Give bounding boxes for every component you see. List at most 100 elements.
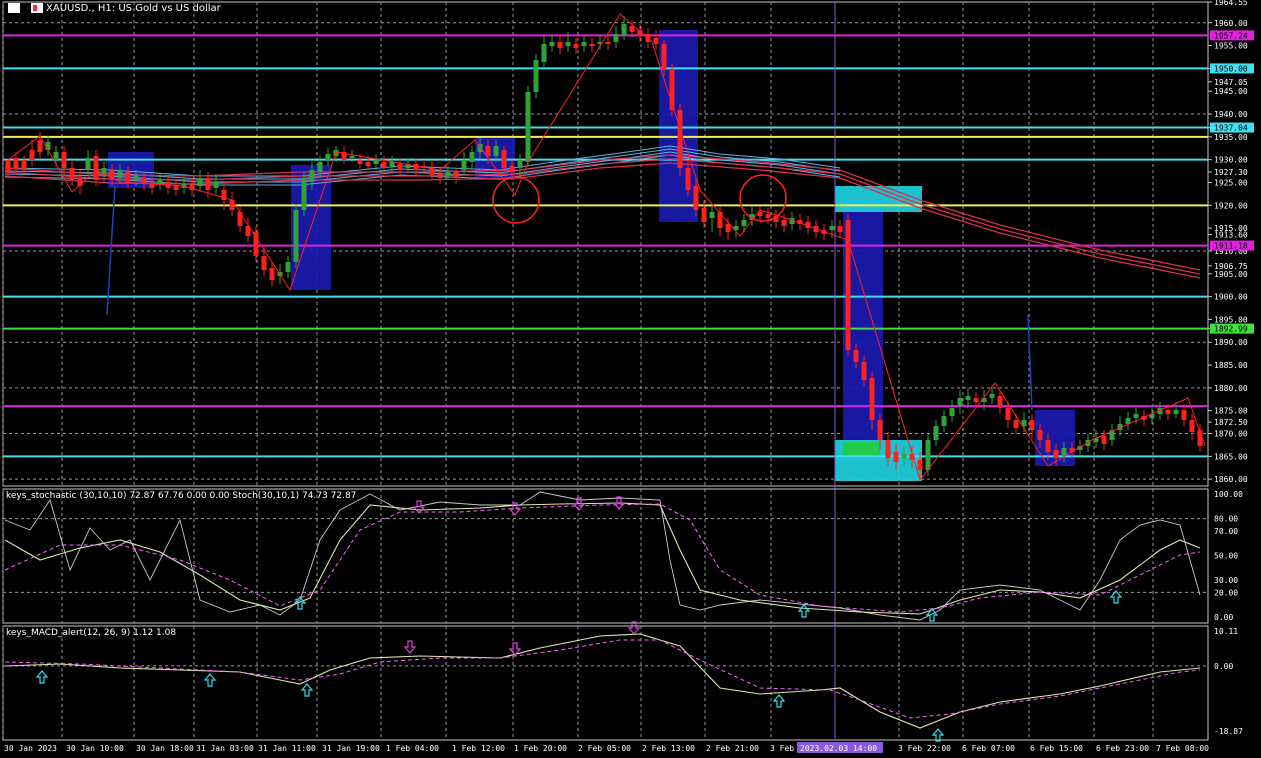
- candle-body: [925, 440, 931, 470]
- candle-body: [989, 394, 995, 398]
- candle-body: [285, 262, 291, 272]
- candle-body: [301, 178, 307, 210]
- candle-body: [229, 200, 235, 210]
- stochastic-title: keys_stochastic (30,10,10) 72.87 67.76 0…: [6, 491, 357, 501]
- candle-body: [549, 42, 555, 46]
- price-label: 1945.00: [1214, 87, 1248, 96]
- candle-body: [5, 160, 11, 172]
- price-label: 1955.00: [1214, 42, 1248, 51]
- price-label: 1927.30: [1214, 168, 1248, 177]
- candle-body: [693, 186, 699, 210]
- time-label: 31 Jan 19:00: [322, 744, 380, 753]
- price-label: 1880.00: [1214, 384, 1248, 393]
- price-label: 1935.00: [1214, 133, 1248, 142]
- time-label: 2 Feb 13:00: [642, 744, 695, 753]
- candle-body: [325, 154, 331, 160]
- candle-body: [461, 160, 467, 170]
- chart-type-icon[interactable]: [8, 3, 20, 13]
- time-label: 1 Feb 04:00: [386, 744, 439, 753]
- price-label: 1890.00: [1214, 338, 1248, 347]
- candle-body: [605, 42, 611, 44]
- chart-title: XAUUSD., H1: US Gold vs US dollar: [46, 2, 221, 14]
- candle-body: [485, 146, 491, 156]
- candle-body: [1189, 420, 1195, 432]
- price-label: 1964.55: [1214, 0, 1248, 7]
- price-label: 1940.00: [1214, 110, 1248, 119]
- macd-level-label: 0.00: [1214, 662, 1233, 671]
- candle-body: [69, 168, 75, 180]
- stoch-sell-arrow-icon: [412, 500, 426, 514]
- candle-body: [381, 162, 387, 168]
- candle-body: [453, 172, 459, 178]
- candle-body: [237, 212, 243, 226]
- candle-body: [13, 158, 19, 168]
- price-tag: 1892.99: [1214, 325, 1248, 334]
- candle-body: [1173, 410, 1179, 414]
- candle-body: [613, 34, 619, 42]
- price-label: 1875.00: [1214, 407, 1248, 416]
- zone-6: [835, 186, 922, 212]
- candle-body: [317, 162, 323, 172]
- candle-body: [781, 220, 787, 226]
- candle-body: [157, 180, 163, 184]
- price-label: 1870.00: [1214, 430, 1248, 439]
- price-label: 1865.00: [1214, 452, 1248, 461]
- candle-body: [901, 454, 907, 458]
- time-label: 3 Feb 22:00: [898, 744, 951, 753]
- price-tag: 1957.24: [1214, 31, 1248, 40]
- candle-body: [933, 426, 939, 440]
- candle-body: [117, 170, 123, 178]
- candle-body: [349, 156, 355, 158]
- candle-body: [533, 60, 539, 92]
- candle-body: [213, 182, 219, 188]
- time-label: 1 Feb 20:00: [514, 744, 567, 753]
- candle-body: [1101, 436, 1107, 444]
- time-label: 2 Feb 21:00: [706, 744, 759, 753]
- price-label: 1925.00: [1214, 179, 1248, 188]
- candle-body: [853, 350, 859, 362]
- candle-body: [37, 140, 43, 152]
- candle-body: [893, 452, 899, 462]
- candle-body: [589, 44, 595, 46]
- candle-body: [957, 398, 963, 406]
- candle-body: [205, 178, 211, 190]
- candle-body: [501, 150, 507, 168]
- candle-body: [413, 164, 419, 170]
- candle-body: [1053, 450, 1059, 458]
- time-label: 30 Jan 18:00: [136, 744, 194, 753]
- candle-body: [173, 186, 179, 190]
- candle-body: [765, 214, 771, 218]
- candle-body: [709, 212, 715, 218]
- candle-body: [389, 162, 395, 166]
- chart-canvas[interactable]: 1964.55 1960.00 1955.00 1950.00 1947.051945.…: [0, 0, 1261, 754]
- pane-border-0: [2, 1, 1209, 487]
- stoch-level-label: 100.00: [1214, 490, 1243, 499]
- time-label: 31 Jan 03:00: [196, 744, 254, 753]
- macd-level-label: 10.11: [1214, 627, 1238, 636]
- candle-body: [869, 378, 875, 420]
- candle-body: [973, 398, 979, 402]
- macd-level-label: -18.87: [1214, 727, 1243, 736]
- candle-body: [965, 396, 971, 400]
- price-label: 1960.00: [1214, 19, 1248, 28]
- candle-body: [493, 146, 499, 156]
- candle-body: [397, 164, 403, 170]
- ma-red-0: [4, 154, 1201, 271]
- one-click-trading-icon[interactable]: [31, 3, 43, 13]
- candle-body: [677, 110, 683, 168]
- pane-border-1: [2, 488, 1209, 624]
- candle-body: [1061, 448, 1067, 456]
- stoch-main-line: [4, 502, 1201, 615]
- candle-body: [525, 92, 531, 162]
- candle-body: [941, 416, 947, 426]
- candle-body: [437, 174, 443, 178]
- chart-window[interactable]: 1964.55 1960.00 1955.00 1950.00 1947.051945.…: [0, 0, 1261, 754]
- candle-body: [1133, 414, 1139, 418]
- candle-body: [725, 224, 731, 232]
- candle-body: [829, 226, 835, 230]
- candle-body: [685, 168, 691, 190]
- candle-body: [917, 460, 923, 470]
- candle-body: [701, 208, 707, 222]
- candle-body: [1181, 410, 1187, 420]
- stoch-level-label: 70.00: [1214, 527, 1238, 536]
